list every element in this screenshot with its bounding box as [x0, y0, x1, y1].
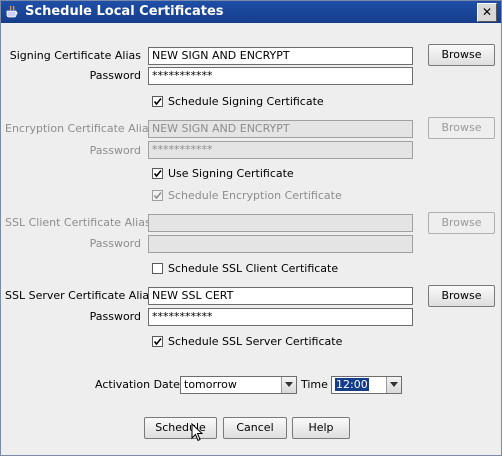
signing-browse-button[interactable]: Browse [428, 44, 495, 66]
ssl-server-browse-button[interactable]: Browse [428, 285, 495, 307]
activation-date-select[interactable]: tomorrow [180, 376, 297, 394]
time-label: Time [301, 378, 328, 391]
cancel-button[interactable]: Cancel [223, 417, 287, 439]
activation-date-value: tomorrow [184, 378, 237, 391]
signing-alias-field[interactable]: NEW SIGN AND ENCRYPT [148, 47, 413, 65]
signing-password-field[interactable]: *********** [148, 67, 413, 85]
ssl-client-password-label: Password [89, 237, 141, 250]
encryption-alias-field[interactable]: NEW SIGN AND ENCRYPT [148, 120, 413, 138]
ssl-server-alias-field[interactable]: NEW SSL CERT [148, 287, 413, 305]
checkbox-label: Schedule SSL Server Certificate [168, 335, 343, 348]
ssl-client-alias-label: SSL Client Certificate Alias [5, 216, 151, 229]
encryption-password-label: Password [89, 144, 141, 157]
ssl-client-password-field[interactable] [148, 235, 413, 253]
close-icon[interactable]: ✕ [477, 3, 497, 22]
ssl-server-password-field[interactable]: *********** [148, 308, 413, 326]
window-title: Schedule Local Certificates [25, 4, 224, 19]
checkbox-box[interactable] [152, 336, 163, 347]
ssl-server-password-label: Password [89, 310, 141, 323]
checkbox-box[interactable] [152, 263, 163, 274]
checkbox-box[interactable] [152, 96, 163, 107]
checkbox-label: Schedule Signing Certificate [168, 95, 324, 108]
time-select[interactable]: 12:00 [331, 376, 402, 394]
title-bar[interactable]: Schedule Local Certificates ✕ [1, 1, 501, 23]
chevron-down-icon[interactable] [386, 377, 401, 393]
chevron-down-icon[interactable] [281, 377, 296, 393]
signing-alias-label: Signing Certificate Alias [9, 49, 141, 62]
checkbox-label: Use Signing Certificate [168, 167, 294, 180]
checkbox-box[interactable] [152, 168, 163, 179]
encryption-alias-label: Encryption Certificate Alias [5, 122, 155, 135]
signing-password-label: Password [89, 69, 141, 82]
checkbox-label: Schedule SSL Client Certificate [168, 262, 339, 275]
ssl-client-browse-button[interactable]: Browse [428, 212, 495, 234]
java-cup-icon [6, 5, 18, 19]
encryption-password-field[interactable]: *********** [148, 141, 413, 159]
dialog-window: Schedule Local Certificates ✕ Signing Ce… [0, 0, 502, 456]
ssl-client-alias-field[interactable] [148, 214, 413, 232]
checkbox-box[interactable] [152, 190, 163, 201]
encryption-browse-button[interactable]: Browse [428, 117, 495, 139]
help-button[interactable]: Help [292, 417, 350, 439]
schedule-button[interactable]: Schedule [144, 417, 217, 439]
ssl-server-alias-label: SSL Server Certificate Alias [5, 289, 155, 302]
mouse-pointer-icon [191, 422, 204, 445]
activation-date-label: Activation Date [95, 378, 180, 391]
checkbox-label: Schedule Encryption Certificate [168, 189, 342, 202]
dialog-content: Signing Certificate Alias NEW SIGN AND E… [5, 28, 497, 450]
time-value: 12:00 [335, 378, 369, 391]
